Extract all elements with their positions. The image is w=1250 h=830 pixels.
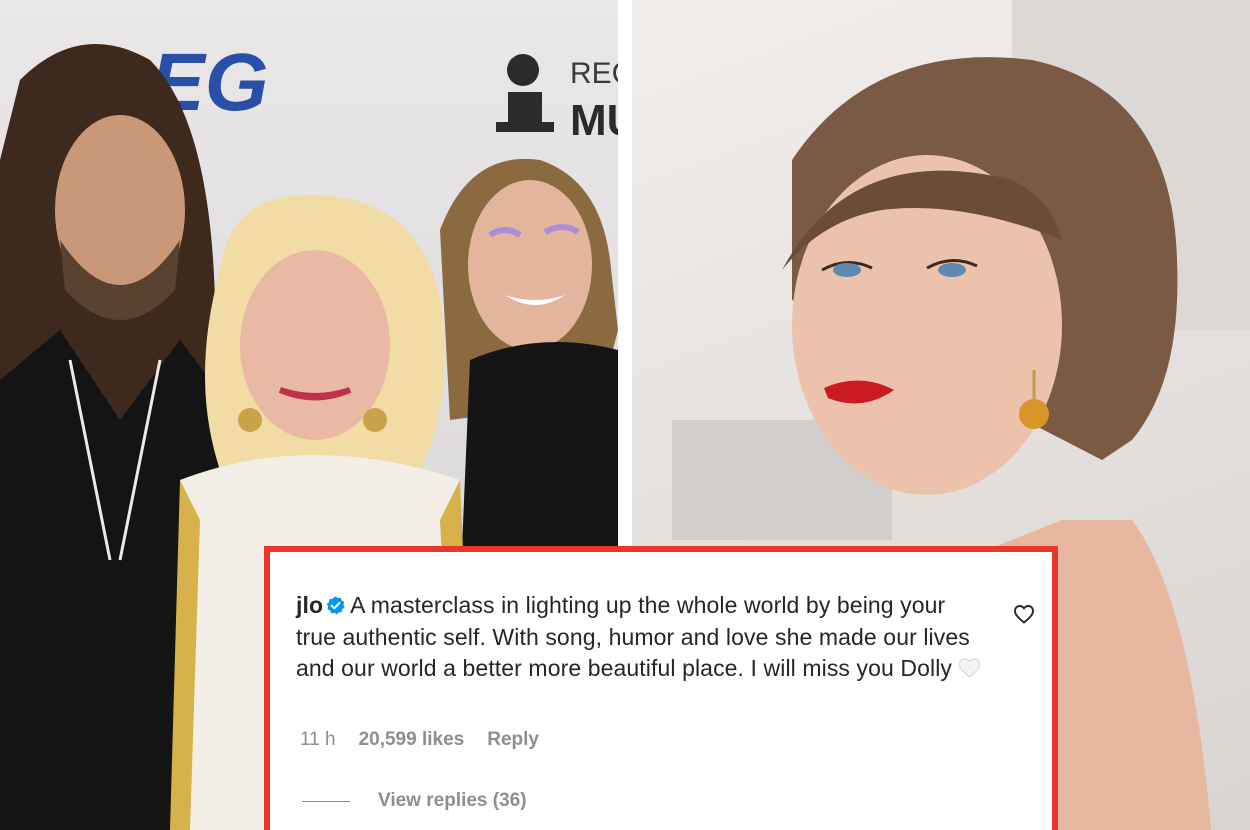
comment-card: jlo A masterclass in lighting up the whol…: [264, 546, 1058, 830]
gramophone-logo-icon: [496, 54, 554, 132]
replies-divider-line: [302, 800, 350, 802]
view-replies-button[interactable]: View replies (36): [378, 790, 527, 812]
white-heart-emoji-icon: [958, 658, 981, 678]
comment-likes-count[interactable]: 20,599 likes: [359, 729, 465, 751]
verified-badge-icon: [326, 596, 345, 615]
comment-meta: 11 h 20,599 likes Reply: [300, 729, 539, 751]
comment-body: jlo A masterclass in lighting up the whol…: [296, 590, 986, 685]
comment-username[interactable]: jlo: [296, 592, 323, 618]
reply-button[interactable]: Reply: [487, 729, 539, 751]
view-replies-row[interactable]: View replies (36): [302, 790, 527, 812]
like-heart-icon[interactable]: [1012, 602, 1036, 626]
comment-text: A masterclass in lighting up the whole w…: [296, 592, 970, 681]
backdrop-sign-text-1: REC: [570, 57, 618, 90]
comment-timestamp[interactable]: 11 h: [300, 729, 336, 751]
backdrop-sign-text-2: MU: [570, 96, 618, 145]
